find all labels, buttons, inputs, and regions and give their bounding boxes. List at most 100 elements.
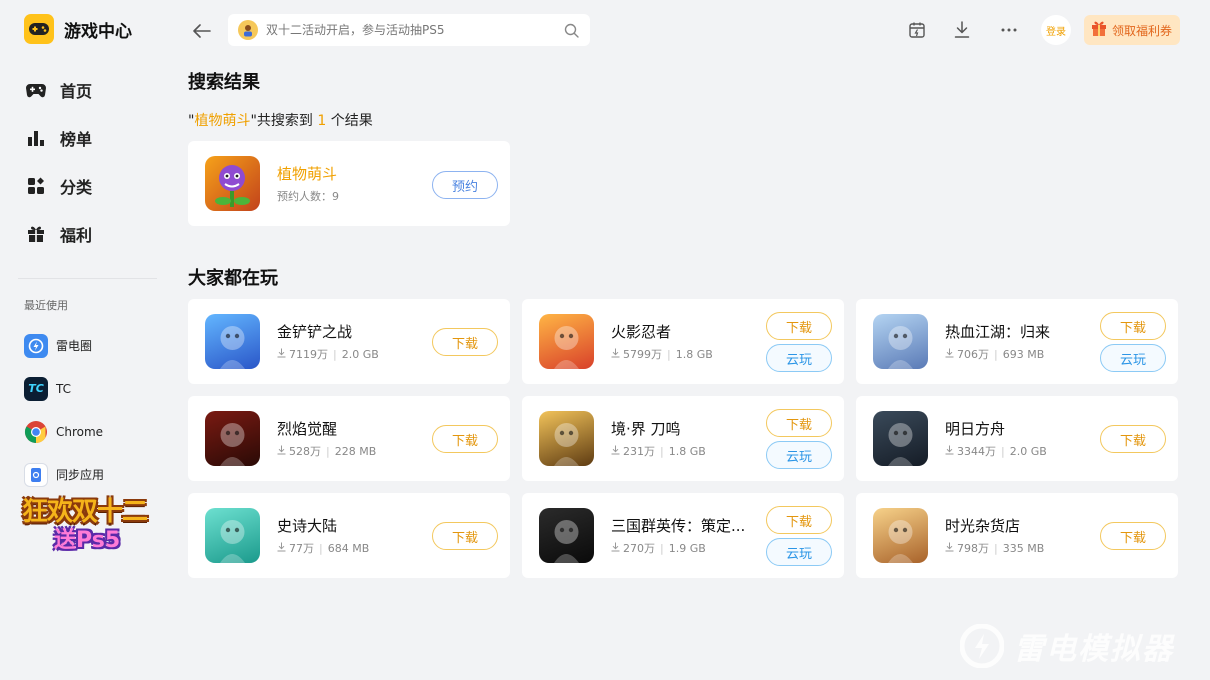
game-card[interactable]: 烈焰觉醒 528万 | 228 MB 下载 bbox=[188, 396, 510, 481]
search-input[interactable] bbox=[266, 23, 562, 37]
game-card[interactable]: 时光杂货店 798万 | 335 MB 下载 bbox=[856, 493, 1178, 578]
sync-app-icon bbox=[24, 462, 48, 487]
calendar-icon[interactable] bbox=[906, 19, 928, 41]
download-button[interactable]: 下载 bbox=[432, 328, 498, 356]
login-button[interactable]: 登录 bbox=[1041, 15, 1071, 45]
nav-item-category[interactable]: 分类 bbox=[24, 162, 154, 210]
more-icon[interactable] bbox=[998, 19, 1020, 41]
category-icon bbox=[24, 174, 48, 198]
download-count: 5799万 bbox=[623, 348, 662, 361]
brand[interactable]: 游戏中心 bbox=[24, 14, 132, 44]
download-small-icon bbox=[277, 445, 286, 458]
arknights-game-icon bbox=[873, 411, 928, 466]
search-result-card[interactable]: 植物萌斗 预约人数：9 预约 bbox=[188, 141, 510, 226]
summary-count: 1 bbox=[317, 113, 327, 129]
download-button[interactable]: 下载 bbox=[1100, 425, 1166, 453]
ranking-icon bbox=[24, 126, 48, 150]
game-card[interactable]: 热血江湖：归来 706万 | 693 MB 下载云玩 bbox=[856, 299, 1178, 384]
nav-item-home[interactable]: 首页 bbox=[24, 66, 154, 114]
game-card[interactable]: 金铲铲之战 7119万 | 2.0 GB 下载 bbox=[188, 299, 510, 384]
bleach-game-icon bbox=[539, 411, 594, 466]
summary-end: 个结果 bbox=[330, 113, 373, 129]
game-card[interactable]: 火影忍者 5799万 | 1.8 GB 下载云玩 bbox=[522, 299, 844, 384]
cloud-play-button[interactable]: 云玩 bbox=[766, 441, 832, 469]
reserve-button[interactable]: 预约 bbox=[432, 171, 498, 199]
game-card[interactable]: 三国群英传：策定... 270万 | 1.9 GB 下载 云玩 bbox=[522, 493, 844, 578]
nav-label: 榜单 bbox=[60, 130, 93, 149]
search-icon[interactable] bbox=[562, 21, 580, 39]
game-card[interactable]: 史诗大陆 77万 | 684 MB 下载 bbox=[188, 493, 510, 578]
gamepad-logo-icon bbox=[24, 14, 54, 44]
game-meta: 706万 | 693 MB bbox=[945, 346, 1044, 362]
three-kingdoms-game-icon bbox=[539, 508, 594, 563]
search-bar[interactable] bbox=[228, 14, 590, 46]
download-count: 798万 bbox=[957, 542, 989, 555]
cloud-play-button[interactable]: 云玩 bbox=[1100, 344, 1166, 372]
download-small-icon bbox=[611, 348, 620, 361]
download-count: 706万 bbox=[957, 348, 989, 361]
game-name[interactable]: 明日方舟 bbox=[945, 418, 1005, 439]
nav-label: 分类 bbox=[60, 178, 93, 197]
summary-query: 植物萌斗 bbox=[194, 113, 251, 129]
game-size: 2.0 GB bbox=[1009, 444, 1047, 458]
watermark-text: 雷电模拟器 bbox=[1014, 632, 1174, 667]
download-small-icon bbox=[945, 348, 954, 361]
game-name[interactable]: 三国群英传：策定... bbox=[611, 515, 745, 536]
recent-item-label: TC bbox=[56, 381, 72, 396]
download-button[interactable]: 下载 bbox=[432, 425, 498, 453]
main-nav: 首页 榜单 分类 福利 bbox=[24, 66, 154, 258]
sidebar: 游戏中心 首页 榜单 分类 福利 最近使用 雷电圈 TC TC Chrome 同… bbox=[0, 0, 170, 680]
recent-item-tc[interactable]: TC TC bbox=[24, 367, 164, 410]
cloud-play-button[interactable]: 云玩 bbox=[766, 344, 832, 372]
recent-item-chrome[interactable]: Chrome bbox=[24, 410, 164, 453]
game-name[interactable]: 火影忍者 bbox=[611, 321, 671, 342]
game-name[interactable]: 烈焰觉醒 bbox=[277, 418, 337, 439]
tc-icon: TC bbox=[24, 376, 48, 401]
game-name[interactable]: 境·界 刀鸣 bbox=[611, 418, 681, 439]
download-button[interactable]: 下载 bbox=[766, 506, 832, 534]
meta-separator: | bbox=[667, 347, 671, 361]
game-icon-plants-vs-zombies bbox=[205, 156, 260, 211]
game-name[interactable]: 金铲铲之战 bbox=[277, 321, 352, 342]
recent-item-leidian-circle[interactable]: 雷电圈 bbox=[24, 324, 164, 367]
download-button[interactable]: 下载 bbox=[1100, 522, 1166, 550]
download-small-icon bbox=[611, 445, 620, 458]
leidian-circle-icon bbox=[24, 333, 48, 358]
download-icon[interactable] bbox=[951, 19, 973, 41]
download-small-icon bbox=[277, 542, 286, 555]
game-meta: 528万 | 228 MB bbox=[277, 443, 376, 459]
recent-item-sync-app[interactable]: 同步应用 bbox=[24, 453, 164, 496]
nav-item-ranking[interactable]: 榜单 bbox=[24, 114, 154, 162]
game-name[interactable]: 热血江湖：归来 bbox=[945, 321, 1050, 342]
nav-label: 首页 bbox=[60, 82, 93, 101]
back-button[interactable] bbox=[190, 20, 214, 42]
game-card[interactable]: 明日方舟 3344万 | 2.0 GB 下载 bbox=[856, 396, 1178, 481]
cloud-play-button[interactable]: 云玩 bbox=[766, 538, 832, 566]
naruto-game-icon bbox=[539, 314, 594, 369]
game-meta: 7119万 | 2.0 GB bbox=[277, 346, 379, 362]
game-name[interactable]: 时光杂货店 bbox=[945, 515, 1020, 536]
nav-item-welfare[interactable]: 福利 bbox=[24, 210, 154, 258]
meta-separator: | bbox=[319, 541, 323, 555]
game-card[interactable]: 境·界 刀鸣 231万 | 1.8 GB 下载 云玩 bbox=[522, 396, 844, 481]
download-button[interactable]: 下载 bbox=[766, 409, 832, 437]
game-name[interactable]: 植物萌斗 bbox=[277, 163, 337, 184]
download-button[interactable]: 下载 bbox=[432, 522, 498, 550]
promo-line2: 送Ps5 bbox=[54, 528, 121, 553]
download-button[interactable]: 下载 bbox=[1100, 312, 1166, 340]
download-button[interactable]: 下载 bbox=[766, 312, 832, 340]
meta-separator: | bbox=[660, 444, 664, 458]
tft-game-icon bbox=[205, 314, 260, 369]
game-size: 1.8 GB bbox=[675, 347, 713, 361]
meta-separator: | bbox=[1001, 444, 1005, 458]
watermark: 雷电模拟器 bbox=[960, 624, 1174, 668]
claim-coupon-button[interactable]: 领取福利券 bbox=[1084, 15, 1180, 45]
recent-item-label: 雷电圈 bbox=[56, 339, 93, 353]
coupon-label: 领取福利券 bbox=[1112, 23, 1173, 38]
double-twelve-promo-banner[interactable]: 狂欢双十二 送Ps5 bbox=[22, 497, 154, 561]
game-name[interactable]: 史诗大陆 bbox=[277, 515, 337, 536]
download-count: 270万 bbox=[623, 542, 655, 555]
arrow-left-icon bbox=[193, 24, 211, 38]
game-size: 684 MB bbox=[327, 541, 370, 555]
game-size: 228 MB bbox=[334, 444, 377, 458]
